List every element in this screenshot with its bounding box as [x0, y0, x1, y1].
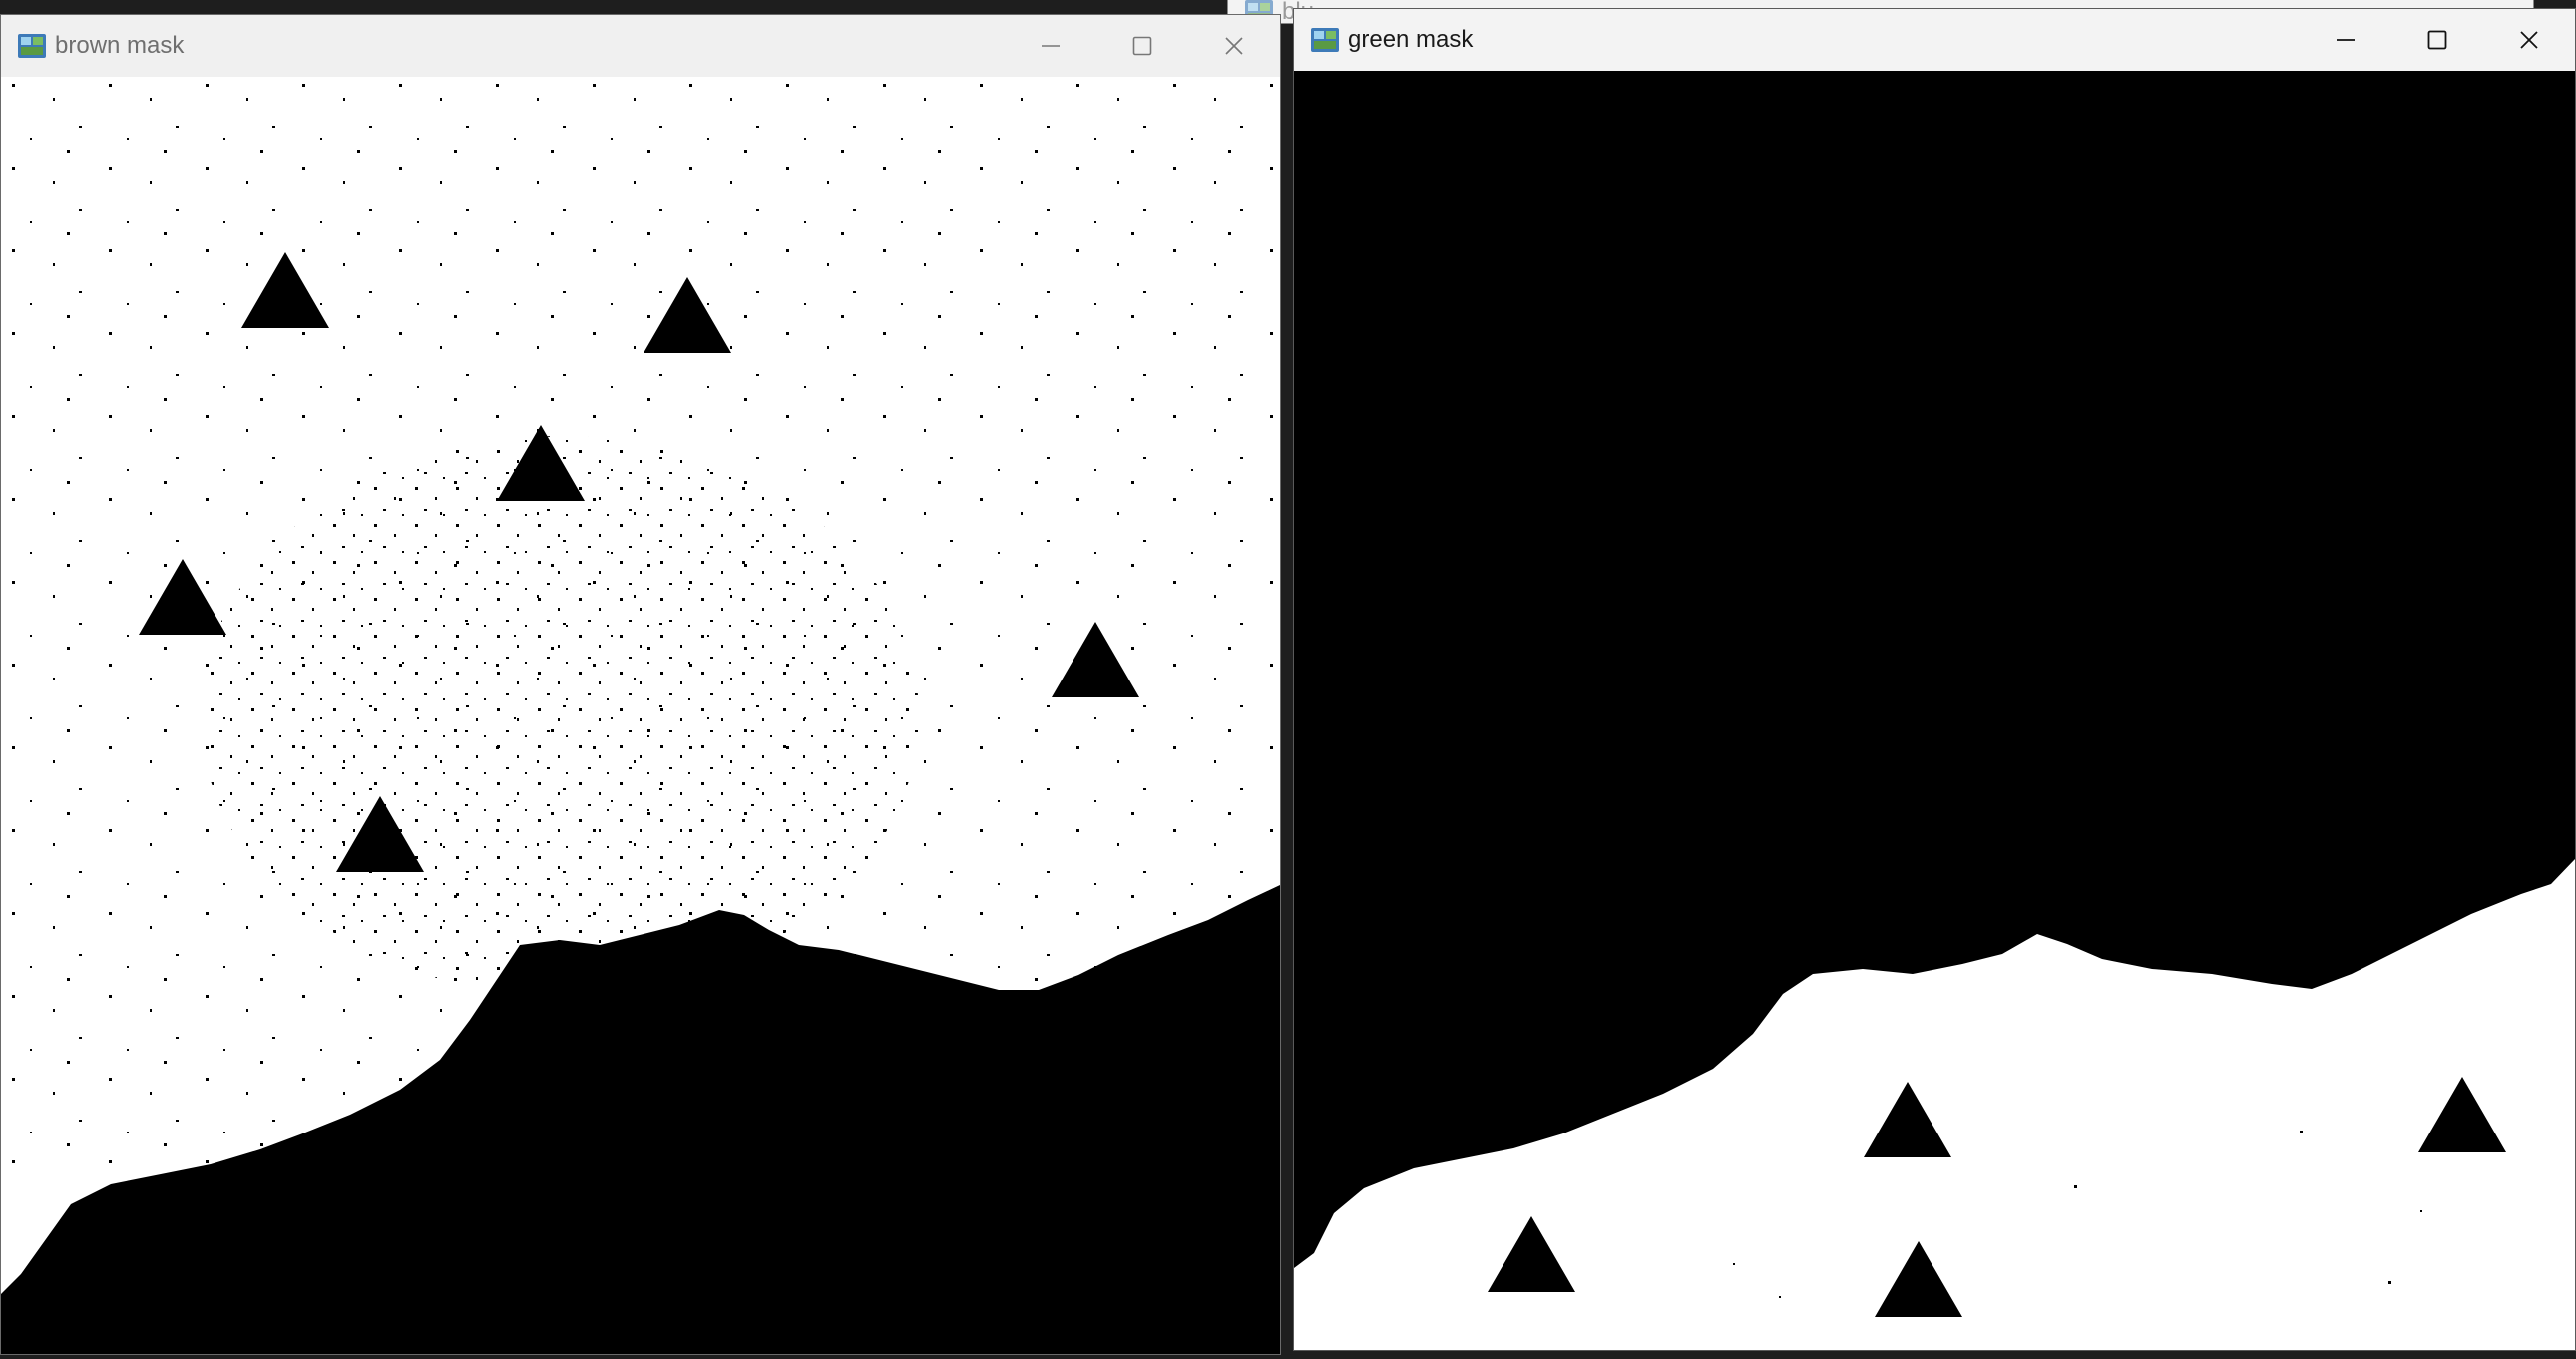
window-controls: [2300, 9, 2575, 71]
image-viewer-icon: [18, 34, 46, 58]
window-title: brown mask: [55, 32, 185, 59]
brown-mask-canvas: [1, 77, 1280, 1354]
close-icon: [2520, 31, 2538, 49]
close-icon: [1225, 37, 1243, 55]
maximize-button[interactable]: [2391, 9, 2483, 71]
minimize-button[interactable]: [2300, 9, 2391, 71]
mask-noise-dense: [201, 436, 919, 995]
minimize-icon: [2337, 39, 2355, 41]
brown-mask-window[interactable]: brown mask: [0, 14, 1281, 1355]
brown-mask-titlebar[interactable]: brown mask: [1, 15, 1280, 77]
close-button[interactable]: [2483, 9, 2575, 71]
minimize-icon: [1042, 45, 1060, 47]
image-viewer-icon: [1311, 28, 1339, 52]
maximize-icon: [2427, 30, 2447, 50]
green-mask-canvas: [1294, 71, 2575, 1350]
maximize-button[interactable]: [1096, 15, 1188, 77]
green-mask-titlebar[interactable]: green mask: [1294, 9, 2575, 71]
minimize-button[interactable]: [1005, 15, 1096, 77]
maximize-icon: [1132, 36, 1152, 56]
green-mask-image: [1294, 71, 2575, 1350]
brown-mask-image: [1, 77, 1280, 1354]
window-controls: [1005, 15, 1280, 77]
close-button[interactable]: [1188, 15, 1280, 77]
window-title: green mask: [1348, 26, 1474, 53]
green-mask-window[interactable]: green mask: [1293, 8, 2576, 1351]
